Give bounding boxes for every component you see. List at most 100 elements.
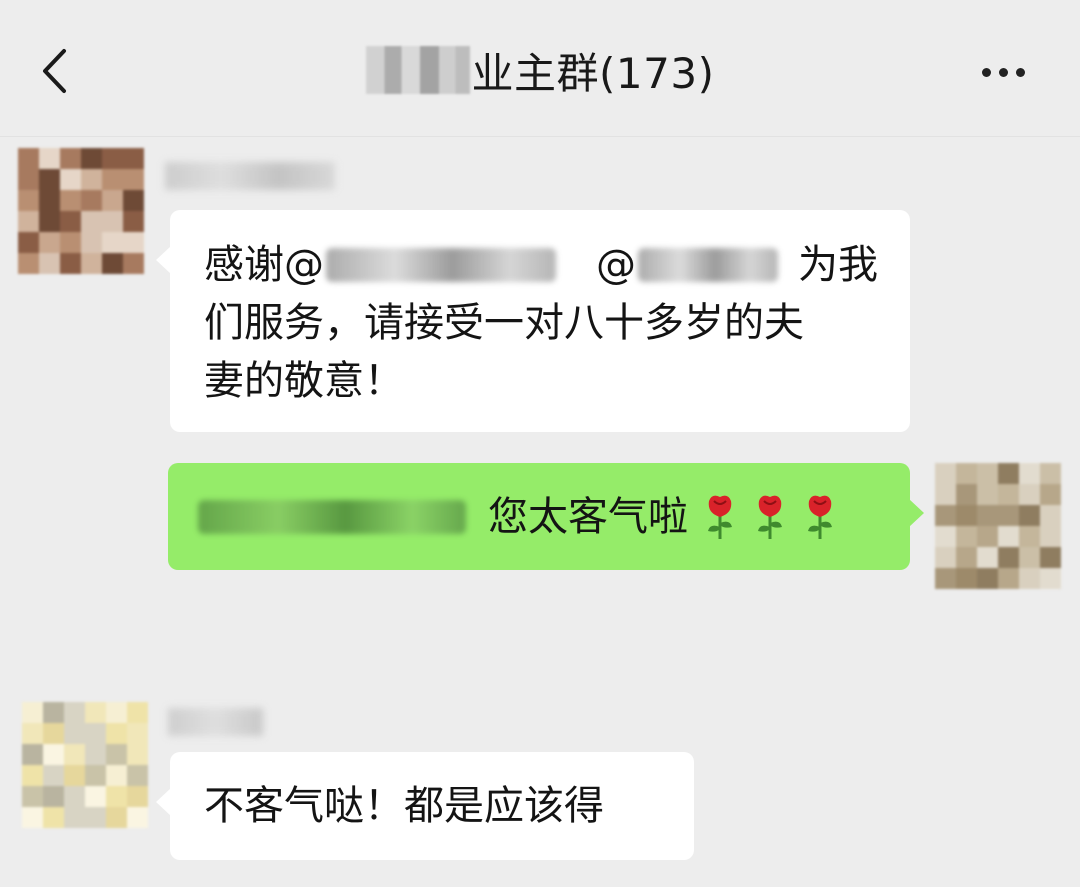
sender-nickname-redacted	[168, 708, 263, 736]
avatar-mosaic-tile	[102, 148, 123, 169]
avatar-mosaic-tile	[106, 702, 127, 723]
message-line: 们服务，请接受一对八十多岁的夫	[204, 300, 804, 346]
avatar-mosaic-tile	[998, 505, 1019, 526]
chat-title: 业主群(173)	[0, 40, 1080, 100]
avatar-mosaic-tile	[102, 190, 123, 211]
avatar-mosaic-tile	[998, 484, 1019, 505]
message-bubble[interactable]: 不客气哒！都是应该得	[156, 752, 694, 860]
avatar-mosaic-tile	[127, 807, 148, 828]
avatar-mosaic-tile	[39, 253, 60, 274]
avatar-mosaic-tile	[18, 211, 39, 232]
avatar-mosaic-tile	[106, 723, 127, 744]
avatar-mosaic-tile	[81, 253, 102, 274]
avatar-mosaic-tile	[1019, 505, 1040, 526]
avatar-mosaic-tile	[85, 744, 106, 765]
avatar-mosaic-tile	[123, 169, 144, 190]
avatar-mosaic-tile	[1019, 547, 1040, 568]
avatar-mosaic-tile	[18, 190, 39, 211]
avatar-mosaic-tile	[1040, 526, 1061, 547]
more-dot-icon	[998, 67, 1008, 77]
avatar-mosaic-tile	[43, 765, 64, 786]
avatar-mosaic-tile	[106, 807, 127, 828]
avatar-mosaic-tile	[22, 765, 43, 786]
avatar-mosaic-tile	[998, 568, 1019, 589]
message-bubble[interactable]: 感谢@ @ 为我 们服务，请接受一对八十多岁的夫 妻的敬意！	[156, 210, 910, 432]
self-avatar[interactable]	[935, 463, 1061, 589]
avatar-mosaic-tile	[85, 702, 106, 723]
avatar-mosaic-tile	[935, 547, 956, 568]
message-line: 妻的敬意！	[204, 358, 404, 404]
avatar-mosaic-tile	[935, 463, 956, 484]
avatar-mosaic-tile	[106, 765, 127, 786]
avatar-mosaic-tile	[977, 547, 998, 568]
message-text: @	[596, 242, 636, 288]
rose-emoji-icon	[708, 495, 732, 539]
avatar-mosaic-tile	[43, 807, 64, 828]
avatar-mosaic-tile	[127, 786, 148, 807]
avatar-mosaic-tile	[22, 702, 43, 723]
chat-header: 业主群(173)	[0, 0, 1080, 137]
rose-emoji-icon	[808, 495, 832, 539]
message-text: 您太客气啦	[488, 493, 688, 540]
chat-title-text: 业主群(173)	[471, 48, 715, 98]
avatar-mosaic-tile	[977, 463, 998, 484]
avatar-mosaic-tile	[102, 169, 123, 190]
avatar-mosaic-tile	[123, 232, 144, 253]
more-options-button[interactable]	[968, 50, 1038, 94]
avatar-mosaic-tile	[43, 786, 64, 807]
avatar-mosaic-tile	[60, 148, 81, 169]
message-bubble-self[interactable]: 您太客气啦	[168, 463, 924, 570]
redacted-mention	[326, 248, 556, 282]
message-line: 感谢@ @ 为我	[204, 236, 880, 294]
avatar-mosaic-tile	[22, 786, 43, 807]
avatar-mosaic-tile	[102, 232, 123, 253]
avatar-mosaic-tile	[998, 526, 1019, 547]
avatar-mosaic-tile	[22, 723, 43, 744]
avatar-mosaic-tile	[18, 232, 39, 253]
avatar-mosaic-tile	[18, 148, 39, 169]
redacted-mention	[638, 248, 778, 282]
sender-avatar[interactable]	[18, 148, 144, 274]
avatar-mosaic-tile	[127, 723, 148, 744]
avatar-mosaic-tile	[64, 765, 85, 786]
avatar-mosaic-tile	[956, 505, 977, 526]
avatar-mosaic-tile	[102, 253, 123, 274]
more-dot-icon	[1015, 67, 1025, 77]
more-dot-icon	[981, 67, 991, 77]
avatar-mosaic-tile	[81, 211, 102, 232]
avatar-mosaic-tile	[43, 702, 64, 723]
sender-avatar[interactable]	[22, 702, 148, 828]
avatar-mosaic-tile	[956, 568, 977, 589]
avatar-mosaic-tile	[1019, 568, 1040, 589]
avatar-mosaic-tile	[85, 723, 106, 744]
avatar-mosaic-tile	[81, 232, 102, 253]
avatar-mosaic-tile	[85, 765, 106, 786]
avatar-mosaic-tile	[998, 463, 1019, 484]
avatar-mosaic-tile	[81, 148, 102, 169]
avatar-mosaic-tile	[81, 190, 102, 211]
avatar-mosaic-tile	[935, 526, 956, 547]
avatar-mosaic-tile	[1019, 484, 1040, 505]
avatar-mosaic-tile	[64, 807, 85, 828]
avatar-mosaic-tile	[22, 744, 43, 765]
avatar-mosaic-tile	[1040, 547, 1061, 568]
avatar-mosaic-tile	[22, 807, 43, 828]
avatar-mosaic-tile	[64, 702, 85, 723]
avatar-mosaic-tile	[39, 211, 60, 232]
avatar-mosaic-tile	[18, 253, 39, 274]
avatar-mosaic-tile	[956, 484, 977, 505]
avatar-mosaic-tile	[85, 807, 106, 828]
avatar-mosaic-tile	[39, 190, 60, 211]
avatar-mosaic-tile	[956, 526, 977, 547]
avatar-mosaic-tile	[39, 169, 60, 190]
avatar-mosaic-tile	[64, 723, 85, 744]
avatar-mosaic-tile	[977, 568, 998, 589]
avatar-mosaic-tile	[123, 211, 144, 232]
avatar-mosaic-tile	[43, 723, 64, 744]
message-text: 为我	[798, 242, 878, 288]
sender-nickname-redacted	[165, 162, 335, 190]
avatar-mosaic-tile	[123, 253, 144, 274]
avatar-mosaic-tile	[1019, 463, 1040, 484]
avatar-mosaic-tile	[43, 744, 64, 765]
avatar-mosaic-tile	[977, 484, 998, 505]
